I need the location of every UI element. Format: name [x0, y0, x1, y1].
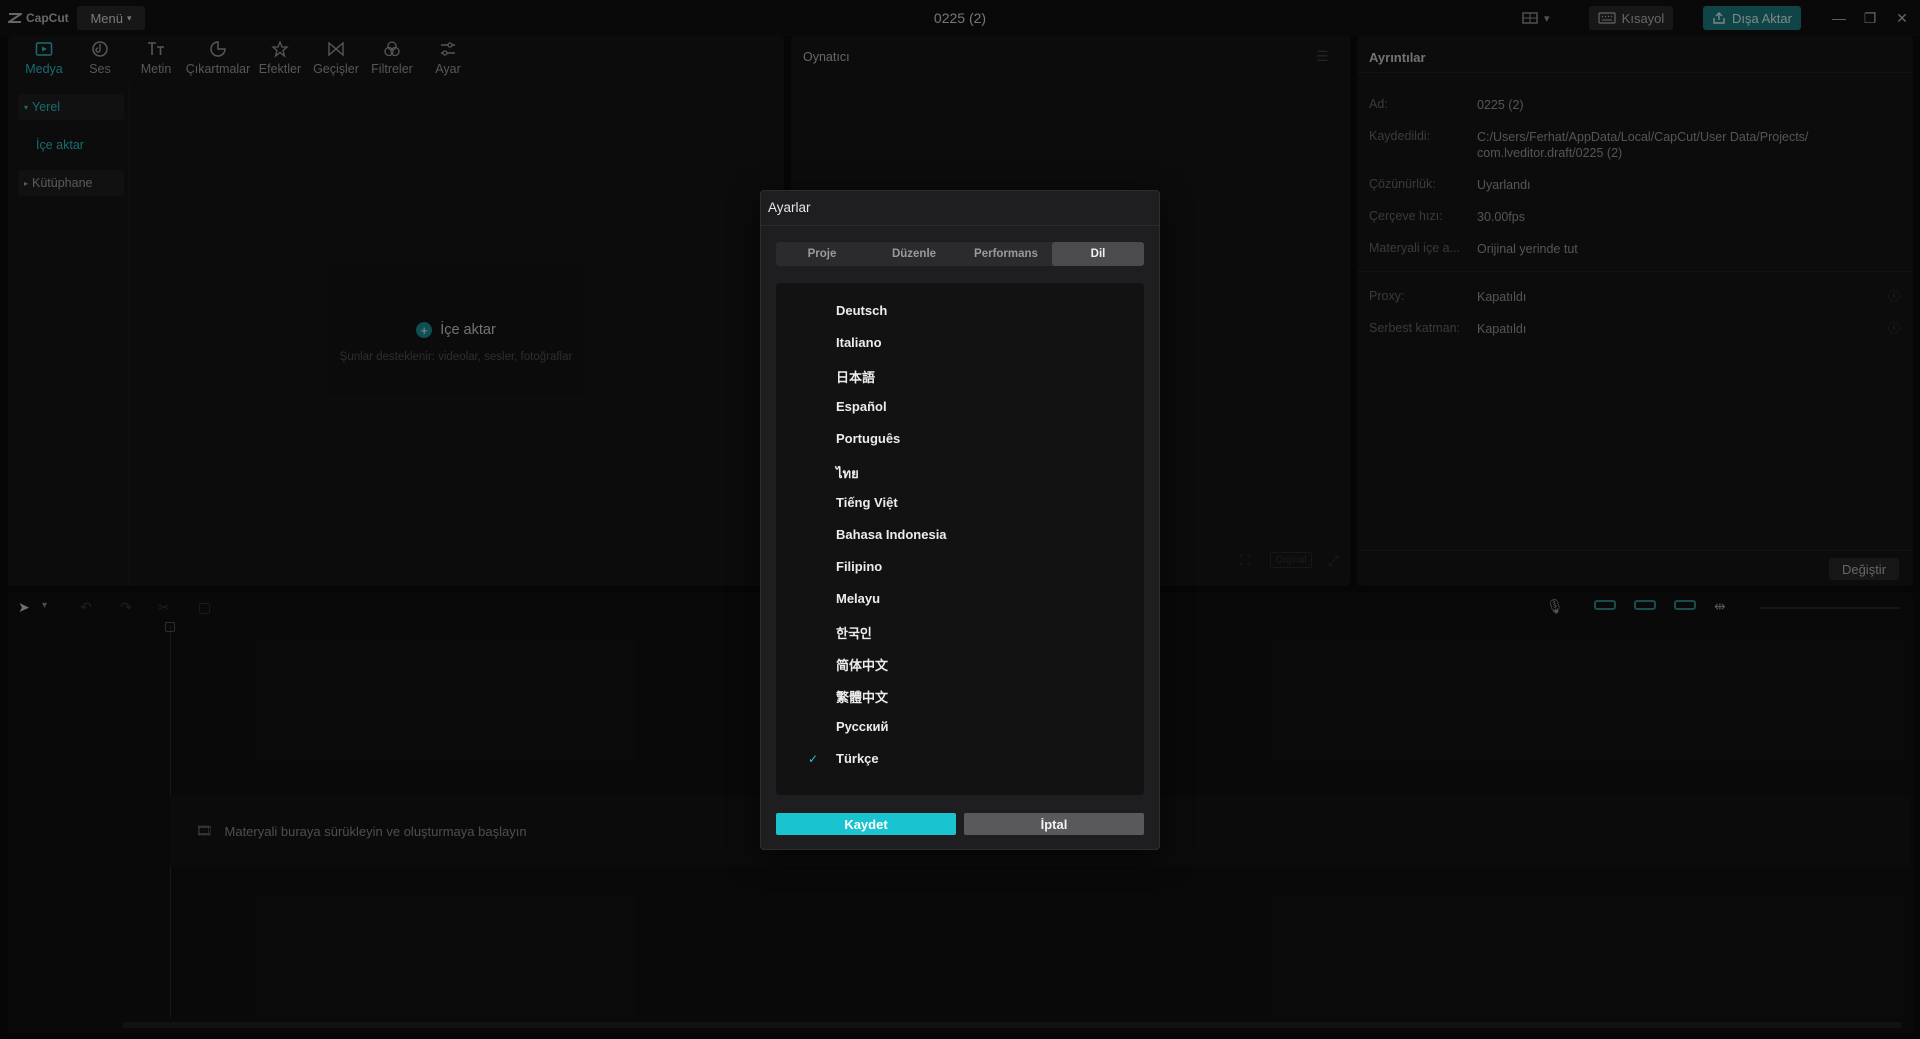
cancel-button[interactable]: İptal [964, 813, 1144, 835]
language-option[interactable]: 简体中文 [836, 655, 888, 674]
language-option[interactable]: Melayu [836, 591, 880, 606]
language-option[interactable]: Português [836, 431, 900, 446]
dialog-title: Ayarlar [768, 200, 811, 215]
language-option[interactable]: Tiếng Việt [836, 495, 898, 510]
language-list: Deutsch Italiano 日本語 Español Português ไ… [776, 283, 1144, 795]
language-option[interactable]: Español [836, 399, 887, 414]
language-option[interactable]: Deutsch [836, 303, 887, 318]
language-option[interactable]: Italiano [836, 335, 882, 350]
tab-project[interactable]: Proje [776, 242, 868, 266]
language-option[interactable]: Русский [836, 719, 889, 734]
dialog-divider [761, 225, 1159, 226]
language-option[interactable]: Filipino [836, 559, 882, 574]
language-option[interactable]: 한국인 [836, 623, 872, 642]
tab-language[interactable]: Dil [1052, 242, 1144, 266]
language-option[interactable]: ไทย [836, 463, 859, 484]
save-button[interactable]: Kaydet [776, 813, 956, 835]
language-option[interactable]: 繁體中文 [836, 687, 888, 706]
language-option[interactable]: Bahasa Indonesia [836, 527, 947, 542]
settings-tabs: Proje Düzenle Performans Dil [776, 242, 1144, 266]
tab-edit[interactable]: Düzenle [868, 242, 960, 266]
tab-performance[interactable]: Performans [960, 242, 1052, 266]
language-option[interactable]: 日本語 [836, 367, 875, 386]
check-icon: ✓ [808, 752, 819, 766]
language-option-selected[interactable]: Türkçe [836, 751, 879, 766]
